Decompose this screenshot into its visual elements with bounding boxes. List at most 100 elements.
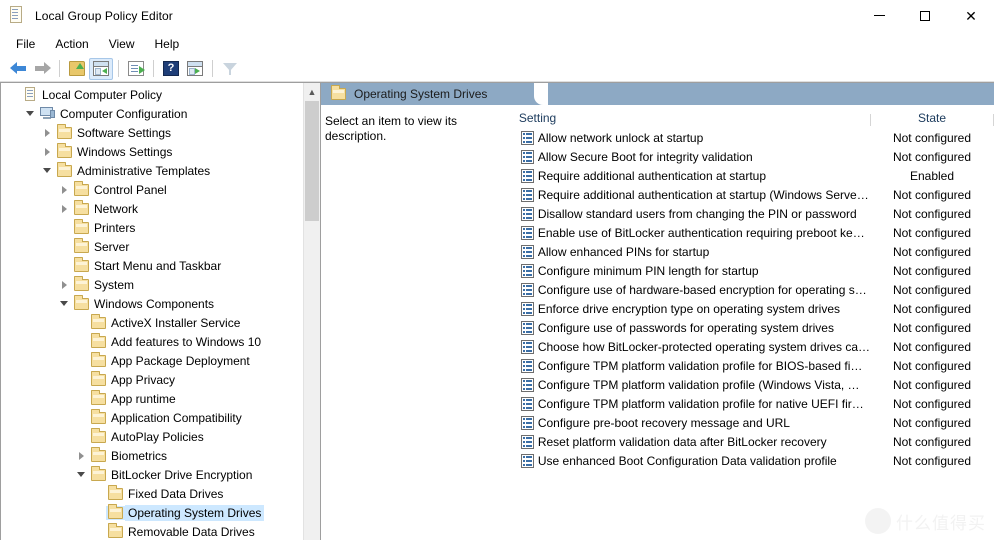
table-row[interactable]: Disallow standard users from changing th… (515, 204, 994, 223)
setting-label: Configure pre-boot recovery message and … (538, 416, 790, 430)
chevron-right-icon[interactable] (39, 144, 55, 160)
filter-button[interactable] (218, 58, 242, 80)
tree-list[interactable]: Local Computer PolicyComputer Configurat… (1, 83, 303, 540)
tree-item-removable-data-drives[interactable]: Removable Data Drives (1, 522, 303, 540)
folder-icon (89, 468, 108, 482)
folder-icon (72, 202, 91, 216)
up-one-level-button[interactable] (65, 58, 89, 80)
forward-button[interactable] (30, 58, 54, 80)
table-row[interactable]: Require additional authentication at sta… (515, 185, 994, 204)
tree-item-server[interactable]: Server (1, 237, 303, 256)
menu-view[interactable]: View (99, 34, 145, 54)
tree-item-operating-system-drives[interactable]: Operating System Drives (1, 503, 303, 522)
table-row[interactable]: Configure use of hardware-based encrypti… (515, 280, 994, 299)
tree-item-computer-configuration[interactable]: Computer Configuration (1, 104, 303, 123)
column-header-setting[interactable]: Setting (515, 111, 870, 128)
table-row[interactable]: Allow network unlock at startupNot confi… (515, 128, 994, 147)
chevron-right-icon[interactable] (56, 182, 72, 198)
minimize-button[interactable] (856, 0, 902, 31)
state-cell: Not configured (870, 397, 994, 411)
details-content: Select an item to view its description. … (321, 105, 994, 540)
tree-item-label: Software Settings (74, 125, 174, 141)
state-cell: Not configured (870, 416, 994, 430)
table-row[interactable]: Choose how BitLocker-protected operating… (515, 337, 994, 356)
table-row[interactable]: Configure minimum PIN length for startup… (515, 261, 994, 280)
folder-icon (72, 240, 91, 254)
tree-item-add-features-to-windows-10[interactable]: Add features to Windows 10 (1, 332, 303, 351)
scroll-up-icon[interactable]: ▲ (304, 83, 320, 100)
tree-item-system[interactable]: System (1, 275, 303, 294)
table-row[interactable]: Configure use of passwords for operating… (515, 318, 994, 337)
properties-button[interactable] (124, 58, 148, 80)
setting-cell: Reset platform validation data after Bit… (515, 435, 870, 449)
tree-spacer (90, 524, 106, 540)
tree-item-fixed-data-drives[interactable]: Fixed Data Drives (1, 484, 303, 503)
table-row[interactable]: Configure TPM platform validation profil… (515, 356, 994, 375)
chevron-right-icon[interactable] (56, 277, 72, 293)
chevron-down-icon[interactable] (56, 296, 72, 312)
tree-item-autoplay-policies[interactable]: AutoPlay Policies (1, 427, 303, 446)
setting-cell: Allow enhanced PINs for startup (515, 245, 870, 259)
tree-item-activex-installer-service[interactable]: ActiveX Installer Service (1, 313, 303, 332)
tree-item-application-compatibility[interactable]: Application Compatibility (1, 408, 303, 427)
chevron-right-icon[interactable] (56, 201, 72, 217)
menu-file[interactable]: File (6, 34, 45, 54)
chevron-right-icon[interactable] (39, 125, 55, 141)
tree-item-start-menu-and-taskbar[interactable]: Start Menu and Taskbar (1, 256, 303, 275)
policy-setting-icon (521, 302, 534, 316)
tree-item-app-runtime[interactable]: App runtime (1, 389, 303, 408)
settings-list-pane: Setting State Allow network unlock at st… (515, 105, 994, 540)
back-button[interactable] (6, 58, 30, 80)
chevron-right-icon[interactable] (73, 448, 89, 464)
tree-item-network[interactable]: Network (1, 199, 303, 218)
chevron-down-icon[interactable] (22, 106, 38, 122)
tree-item-biometrics[interactable]: Biometrics (1, 446, 303, 465)
table-row[interactable]: Reset platform validation data after Bit… (515, 432, 994, 451)
help-button[interactable]: ? (159, 58, 183, 80)
table-row[interactable]: Configure pre-boot recovery message and … (515, 413, 994, 432)
column-header-state[interactable]: State (870, 111, 994, 128)
chevron-down-icon[interactable] (39, 163, 55, 179)
scrollbar-thumb[interactable] (305, 101, 319, 221)
tree-item-windows-components[interactable]: Windows Components (1, 294, 303, 313)
tree-item-control-panel[interactable]: Control Panel (1, 180, 303, 199)
state-cell: Not configured (870, 264, 994, 278)
tree-item-label: Administrative Templates (74, 163, 213, 179)
tree-item-bitlocker-drive-encryption[interactable]: BitLocker Drive Encryption (1, 465, 303, 484)
maximize-button[interactable] (902, 0, 948, 31)
tree-item-app-privacy[interactable]: App Privacy (1, 370, 303, 389)
filter-funnel-icon (223, 62, 238, 76)
tree-item-windows-settings[interactable]: Windows Settings (1, 142, 303, 161)
tree-item-software-settings[interactable]: Software Settings (1, 123, 303, 142)
state-cell: Not configured (870, 435, 994, 449)
folder-icon (72, 183, 91, 197)
table-row[interactable]: Configure TPM platform validation profil… (515, 375, 994, 394)
tree-item-administrative-templates[interactable]: Administrative Templates (1, 161, 303, 180)
table-row[interactable]: Enforce drive encryption type on operati… (515, 299, 994, 318)
chevron-down-icon[interactable] (73, 467, 89, 483)
tree-spacer (73, 353, 89, 369)
tree-item-label: Application Compatibility (108, 410, 245, 426)
table-row[interactable]: Require additional authentication at sta… (515, 166, 994, 185)
show-hide-action-pane-button[interactable] (183, 58, 207, 80)
table-row[interactable]: Enable use of BitLocker authentication r… (515, 223, 994, 242)
setting-cell: Configure use of passwords for operating… (515, 321, 870, 335)
close-button[interactable]: ✕ (948, 0, 994, 31)
table-row[interactable]: Allow Secure Boot for integrity validati… (515, 147, 994, 166)
table-row[interactable]: Use enhanced Boot Configuration Data val… (515, 451, 994, 470)
table-row[interactable]: Allow enhanced PINs for startupNot confi… (515, 242, 994, 261)
menu-help[interactable]: Help (145, 34, 190, 54)
tree-scrollbar[interactable]: ▲ (303, 83, 320, 540)
tree-spacer (73, 429, 89, 445)
table-row[interactable]: Configure TPM platform validation profil… (515, 394, 994, 413)
folder-icon (89, 411, 108, 425)
tree-item-app-package-deployment[interactable]: App Package Deployment (1, 351, 303, 370)
show-hide-console-tree-button[interactable] (89, 58, 113, 80)
setting-label: Configure TPM platform validation profil… (538, 378, 860, 392)
column-divider-left[interactable] (870, 114, 871, 126)
tree-item-printers[interactable]: Printers (1, 218, 303, 237)
tree-spacer (90, 505, 106, 521)
menu-action[interactable]: Action (45, 34, 98, 54)
folder-icon (89, 335, 108, 349)
tree-item-local-computer-policy[interactable]: Local Computer Policy (1, 85, 303, 104)
